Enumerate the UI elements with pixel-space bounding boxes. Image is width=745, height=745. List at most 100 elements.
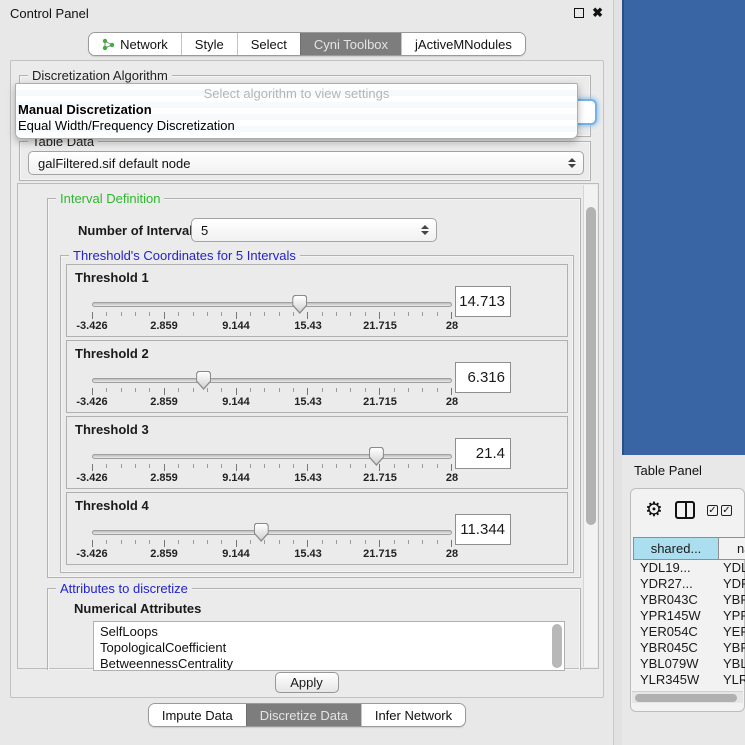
scale-label: 21.715 xyxy=(363,396,397,408)
table-data-group: Table Data galFiltered.sif default node xyxy=(19,141,591,181)
table-cell: YBL0 xyxy=(719,656,745,672)
table-cell: YDL1 xyxy=(719,560,745,576)
table-row[interactable]: YDL19...YDL1 xyxy=(633,560,745,576)
threshold-slider-track[interactable] xyxy=(92,378,452,383)
algorithm-option[interactable]: Equal Width/Frequency Discretization xyxy=(16,118,577,134)
scale-label: 2.859 xyxy=(150,396,178,408)
table-row[interactable]: YDR27...YDR2 xyxy=(633,576,745,592)
apply-button[interactable]: Apply xyxy=(275,672,339,693)
close-icon[interactable]: ✖ xyxy=(592,8,603,18)
algorithm-dropdown-popup: Select algorithm to view settings Manual… xyxy=(15,83,578,139)
split-columns-icon[interactable] xyxy=(675,501,695,519)
scale-label: 21.715 xyxy=(363,548,397,560)
table-horizontal-scrollbar[interactable] xyxy=(632,691,743,703)
table-column-header[interactable]: na xyxy=(719,537,745,560)
table-data-combobox[interactable]: galFiltered.sif default node xyxy=(28,151,584,175)
table-cell: YLR3 xyxy=(719,672,745,688)
tab-label: Select xyxy=(251,37,287,52)
checkbox-icon[interactable]: ✓ xyxy=(707,505,718,516)
table-cell: YBR0 xyxy=(719,640,745,656)
table-column-header[interactable]: shared... xyxy=(633,537,719,560)
slider-ticks xyxy=(92,388,452,396)
settings-scrollbar-thumb[interactable] xyxy=(586,207,596,525)
control-panel-titlebar: Control Panel ✖ xyxy=(0,0,613,26)
attribute-list-item[interactable]: SelfLoops xyxy=(100,624,564,640)
table-cell: YDL19... xyxy=(633,560,719,576)
tab-impute-data[interactable]: Impute Data xyxy=(149,704,246,726)
settings-scrollbar[interactable] xyxy=(583,185,597,667)
tab-cyni-toolbox[interactable]: Cyni Toolbox xyxy=(300,33,401,55)
tab-discretize-data[interactable]: Discretize Data xyxy=(246,704,361,726)
numerical-attributes-list[interactable]: SelfLoopsTopologicalCoefficientBetweenne… xyxy=(93,621,565,671)
table-cell: YBL079W xyxy=(633,656,719,672)
table-rows: YDL19...YDL1YDR27...YDR2YBR043CYBR0YPR14… xyxy=(633,560,745,691)
numerical-attributes-label: Numerical Attributes xyxy=(74,601,201,616)
tab-style[interactable]: Style xyxy=(181,33,237,55)
number-of-intervals-value: 5 xyxy=(201,223,208,238)
network-desktop-background: GAL80GAGAL11GAL4GCY1HHAP2C xyxy=(622,0,745,455)
table-row[interactable]: YBR045CYBR0 xyxy=(633,640,745,656)
network-icon xyxy=(102,38,115,51)
tab-infer-network[interactable]: Infer Network xyxy=(361,704,465,726)
slider-scale-labels: -3.4262.8599.14415.4321.71528 xyxy=(92,396,452,410)
threshold-value-field[interactable]: 6.316 xyxy=(455,362,511,393)
settings-scroll-area: Interval Definition Number of Intervals … xyxy=(17,183,599,669)
threshold-slider-track[interactable] xyxy=(92,454,452,459)
tab-label: jActiveMNodules xyxy=(415,37,512,52)
tab-label: Discretize Data xyxy=(260,708,348,723)
threshold-slider-track[interactable] xyxy=(92,530,452,535)
threshold-panel: Threshold 2-3.4262.8599.14415.4321.71528… xyxy=(66,340,568,413)
table-data-combobox-value: galFiltered.sif default node xyxy=(38,156,190,171)
table-cell: YPR145W xyxy=(633,608,719,624)
algorithm-option[interactable]: Manual Discretization xyxy=(16,102,577,118)
threshold-slider-track[interactable] xyxy=(92,302,452,307)
threshold-value-field[interactable]: 21.4 xyxy=(455,438,511,469)
table-row[interactable]: YBL079WYBL0 xyxy=(633,656,745,672)
table-header-row: shared...na xyxy=(633,537,745,560)
threshold-coordinates-group: Threshold's Coordinates for 5 Intervals … xyxy=(60,255,574,573)
slider-ticks xyxy=(92,540,452,548)
scale-label: -3.426 xyxy=(76,396,107,408)
scale-label: 21.715 xyxy=(363,320,397,332)
attribute-list-item[interactable]: TopologicalCoefficient xyxy=(100,640,564,656)
scale-label: 2.859 xyxy=(150,472,178,484)
threshold-panel: Threshold 3-3.4262.8599.14415.4321.71528… xyxy=(66,416,568,489)
table-panel: Table Panel ⚙ ✓ ✓ shared...na YDL19...YD… xyxy=(622,455,745,745)
tab-label: Infer Network xyxy=(375,708,452,723)
discretization-algorithm-group-title: Discretization Algorithm xyxy=(28,68,172,83)
slider-scale-labels: -3.4262.8599.14415.4321.71528 xyxy=(92,320,452,334)
tab-jactivemnodules[interactable]: jActiveMNodules xyxy=(401,33,525,55)
attribute-list-item[interactable]: BetweennessCentrality xyxy=(100,656,564,671)
attributes-list-scrollbar[interactable] xyxy=(552,624,562,668)
float-window-icon[interactable] xyxy=(574,8,584,18)
table-hscrollbar-thumb[interactable] xyxy=(635,694,737,702)
threshold-panel: Threshold 4-3.4262.8599.14415.4321.71528… xyxy=(66,492,568,565)
scale-label: 28 xyxy=(446,548,458,560)
table-cell: YER0 xyxy=(719,624,745,640)
scale-label: 9.144 xyxy=(222,472,250,484)
table-row[interactable]: YER054CYER0 xyxy=(633,624,745,640)
tab-network[interactable]: Network xyxy=(89,33,181,55)
bottom-tab-bar: Impute Data Discretize Data Infer Network xyxy=(0,703,614,727)
threshold-coordinates-title: Threshold's Coordinates for 5 Intervals xyxy=(69,248,300,263)
tab-select[interactable]: Select xyxy=(237,33,300,55)
scale-label: -3.426 xyxy=(76,472,107,484)
scale-label: 15.43 xyxy=(294,320,322,332)
threshold-value-field[interactable]: 14.713 xyxy=(455,286,511,317)
table-row[interactable]: YLR345WYLR3 xyxy=(633,672,745,688)
gear-icon[interactable]: ⚙ xyxy=(645,500,663,520)
scale-label: 28 xyxy=(446,396,458,408)
table-cell: YPR1 xyxy=(719,608,745,624)
number-of-intervals-combobox[interactable]: 5 xyxy=(191,218,437,242)
table-row[interactable]: YPR145WYPR1 xyxy=(633,608,745,624)
checkbox-icon[interactable]: ✓ xyxy=(721,505,732,516)
table-cell: YER054C xyxy=(633,624,719,640)
interval-definition-group: Interval Definition Number of Intervals … xyxy=(47,198,581,578)
threshold-value-field[interactable]: 11.344 xyxy=(455,514,511,545)
threshold-panel: Threshold 1-3.4262.8599.14415.4321.71528… xyxy=(66,264,568,337)
scale-label: 28 xyxy=(446,320,458,332)
scale-label: 2.859 xyxy=(150,320,178,332)
top-tab-bar: NetworkStyle Select Cyni Toolbox jActiveMNo… xyxy=(0,32,614,56)
table-row[interactable]: YBR043CYBR0 xyxy=(633,592,745,608)
control-panel: Control Panel ✖ NetworkStyle Select Cyni T… xyxy=(0,0,614,745)
